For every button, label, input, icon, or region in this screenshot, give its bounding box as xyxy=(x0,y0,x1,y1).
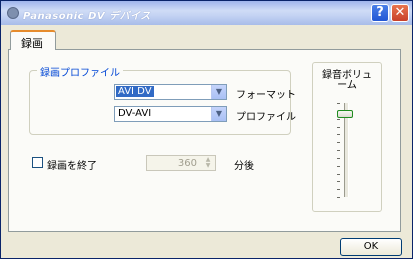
volume-tick xyxy=(337,150,340,151)
close-icon: ✕ xyxy=(394,5,406,20)
volume-tick xyxy=(337,119,340,120)
profile-value: DV-AVI xyxy=(118,108,152,119)
stepper-arrows-icon[interactable]: ▲ ▼ xyxy=(202,157,214,169)
volume-tick xyxy=(337,103,340,104)
help-button[interactable]: ? xyxy=(371,4,389,22)
profile-group xyxy=(29,70,291,135)
title-bar[interactable]: Panasonic DV デバイス ? ✕ xyxy=(1,1,412,25)
close-button[interactable]: ✕ xyxy=(391,4,409,22)
ok-button[interactable]: OK xyxy=(340,238,402,256)
profile-select[interactable]: DV-AVI ▼ xyxy=(114,106,227,122)
volume-tick xyxy=(337,174,340,175)
volume-tick xyxy=(337,127,340,128)
volume-slider-thumb[interactable] xyxy=(337,110,353,118)
tab-label: 録画 xyxy=(21,37,43,50)
app-icon xyxy=(7,7,19,19)
volume-label: 録音ボリュ ーム xyxy=(322,70,372,91)
stop-recording-checkbox[interactable] xyxy=(32,157,43,168)
chevron-down-icon[interactable]: ▼ xyxy=(211,107,226,121)
volume-tick xyxy=(337,181,340,182)
help-icon: ? xyxy=(376,5,384,20)
volume-tick xyxy=(337,158,340,159)
format-value: AVI DV xyxy=(116,86,154,97)
profile-label: プロファイル xyxy=(236,112,296,123)
minutes-unit: 分後 xyxy=(234,161,254,172)
volume-tick xyxy=(337,142,340,143)
volume-tick xyxy=(337,166,340,167)
volume-tick xyxy=(337,189,340,190)
profile-group-title: 録画プロファイル xyxy=(37,64,123,79)
minutes-stepper[interactable]: 360 ▲ ▼ xyxy=(146,155,216,171)
volume-tick xyxy=(337,197,340,198)
minutes-value: 360 xyxy=(177,158,197,169)
volume-tick xyxy=(337,134,340,135)
stop-recording-label: 録画を終了 xyxy=(47,161,97,172)
tab-recording[interactable]: 録画 xyxy=(10,30,56,50)
format-label: フォーマット xyxy=(236,90,296,101)
format-select[interactable]: AVI DV ▼ xyxy=(114,84,227,100)
chevron-down-icon[interactable]: ▼ xyxy=(211,85,226,99)
window-title: Panasonic DV デバイス xyxy=(23,11,151,22)
